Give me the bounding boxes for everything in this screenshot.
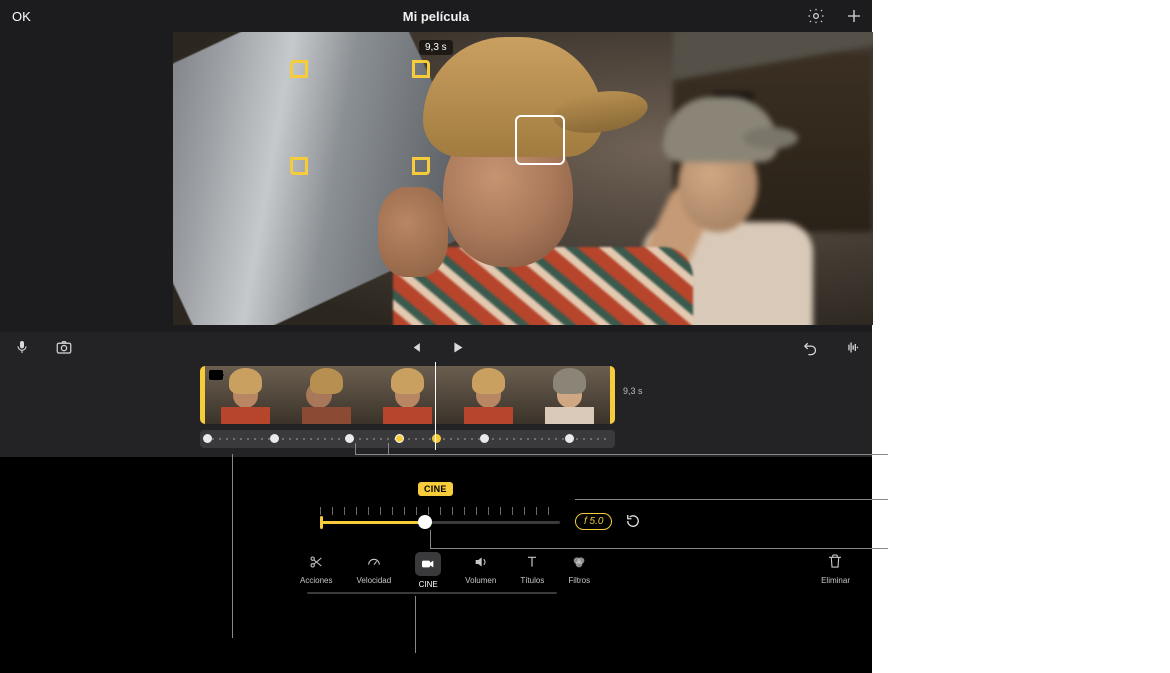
focus-point[interactable] bbox=[395, 434, 404, 443]
tool-acciones[interactable]: Acciones bbox=[300, 552, 332, 589]
delete-label: Eliminar bbox=[821, 576, 850, 585]
leader-line bbox=[415, 596, 416, 653]
tool-titulos[interactable]: Títulos bbox=[520, 552, 544, 589]
tool-label: Acciones bbox=[300, 576, 332, 585]
clip-duration-label: 9,3 s bbox=[623, 386, 643, 396]
leader-line bbox=[575, 499, 888, 500]
selected-clip[interactable] bbox=[200, 366, 615, 424]
inspector-panel: CINE f 5.0 Acciones Velocidad CINE Volumen T… bbox=[0, 457, 872, 673]
leader-line bbox=[430, 530, 431, 549]
primary-focus-indicator[interactable] bbox=[290, 60, 430, 175]
delete-button[interactable]: Eliminar bbox=[821, 552, 850, 585]
secondary-focus-indicator[interactable] bbox=[515, 115, 565, 165]
undo-icon[interactable] bbox=[800, 337, 820, 357]
tool-filtros[interactable]: Filtros bbox=[568, 552, 590, 589]
video-frame bbox=[173, 32, 873, 325]
tool-label: Velocidad bbox=[356, 576, 391, 585]
tool-cine[interactable]: CINE bbox=[415, 552, 441, 589]
leader-line bbox=[355, 443, 356, 455]
play-icon[interactable] bbox=[447, 337, 467, 357]
microphone-icon[interactable] bbox=[12, 337, 32, 357]
reset-aperture-icon[interactable] bbox=[622, 510, 644, 532]
text-icon bbox=[522, 552, 542, 572]
focus-point[interactable] bbox=[480, 434, 489, 443]
tool-volumen[interactable]: Volumen bbox=[465, 552, 496, 589]
speaker-icon bbox=[471, 552, 491, 572]
speedometer-icon bbox=[364, 552, 384, 572]
focus-point[interactable] bbox=[432, 434, 441, 443]
done-button[interactable]: OK bbox=[8, 5, 35, 28]
plus-icon[interactable] bbox=[844, 6, 864, 26]
timeline[interactable]: 9,3 s bbox=[0, 362, 872, 457]
playhead[interactable] bbox=[435, 362, 436, 450]
tool-velocidad[interactable]: Velocidad bbox=[356, 552, 391, 589]
scissors-icon bbox=[306, 552, 326, 572]
depth-of-field-slider[interactable] bbox=[320, 507, 560, 533]
waveform-icon[interactable] bbox=[842, 337, 862, 357]
leader-line bbox=[388, 443, 389, 455]
filters-icon bbox=[569, 552, 589, 572]
leader-line bbox=[430, 548, 888, 549]
cinematic-clip-badge-icon bbox=[209, 370, 223, 380]
trash-icon bbox=[826, 552, 846, 572]
tool-label: Títulos bbox=[520, 576, 544, 585]
tool-label: Filtros bbox=[568, 576, 590, 585]
video-camera-icon bbox=[415, 552, 441, 576]
focus-point[interactable] bbox=[270, 434, 279, 443]
tool-label: Volumen bbox=[465, 576, 496, 585]
cinematic-mode-badge: CINE bbox=[418, 482, 453, 496]
clip-time-badge: 9,3 s bbox=[419, 40, 453, 55]
focus-point[interactable] bbox=[565, 434, 574, 443]
leader-line bbox=[355, 454, 888, 455]
tool-label: CINE bbox=[419, 580, 438, 589]
gear-icon[interactable] bbox=[806, 6, 826, 26]
slider-knob[interactable] bbox=[418, 515, 432, 529]
focus-point[interactable] bbox=[203, 434, 212, 443]
tool-underline bbox=[307, 592, 557, 594]
focus-point[interactable] bbox=[345, 434, 354, 443]
focus-track[interactable] bbox=[200, 430, 615, 448]
transport-bar bbox=[0, 332, 872, 362]
top-bar: OK Mi película bbox=[0, 0, 872, 32]
leader-line bbox=[232, 454, 233, 638]
project-title: Mi película bbox=[0, 9, 872, 24]
video-viewer[interactable] bbox=[173, 32, 873, 325]
aperture-value[interactable]: f 5.0 bbox=[575, 513, 612, 530]
skip-start-icon[interactable] bbox=[405, 337, 425, 357]
camera-icon[interactable] bbox=[54, 337, 74, 357]
inspector-tools: Acciones Velocidad CINE Volumen Títulos Filtr… bbox=[300, 552, 590, 589]
